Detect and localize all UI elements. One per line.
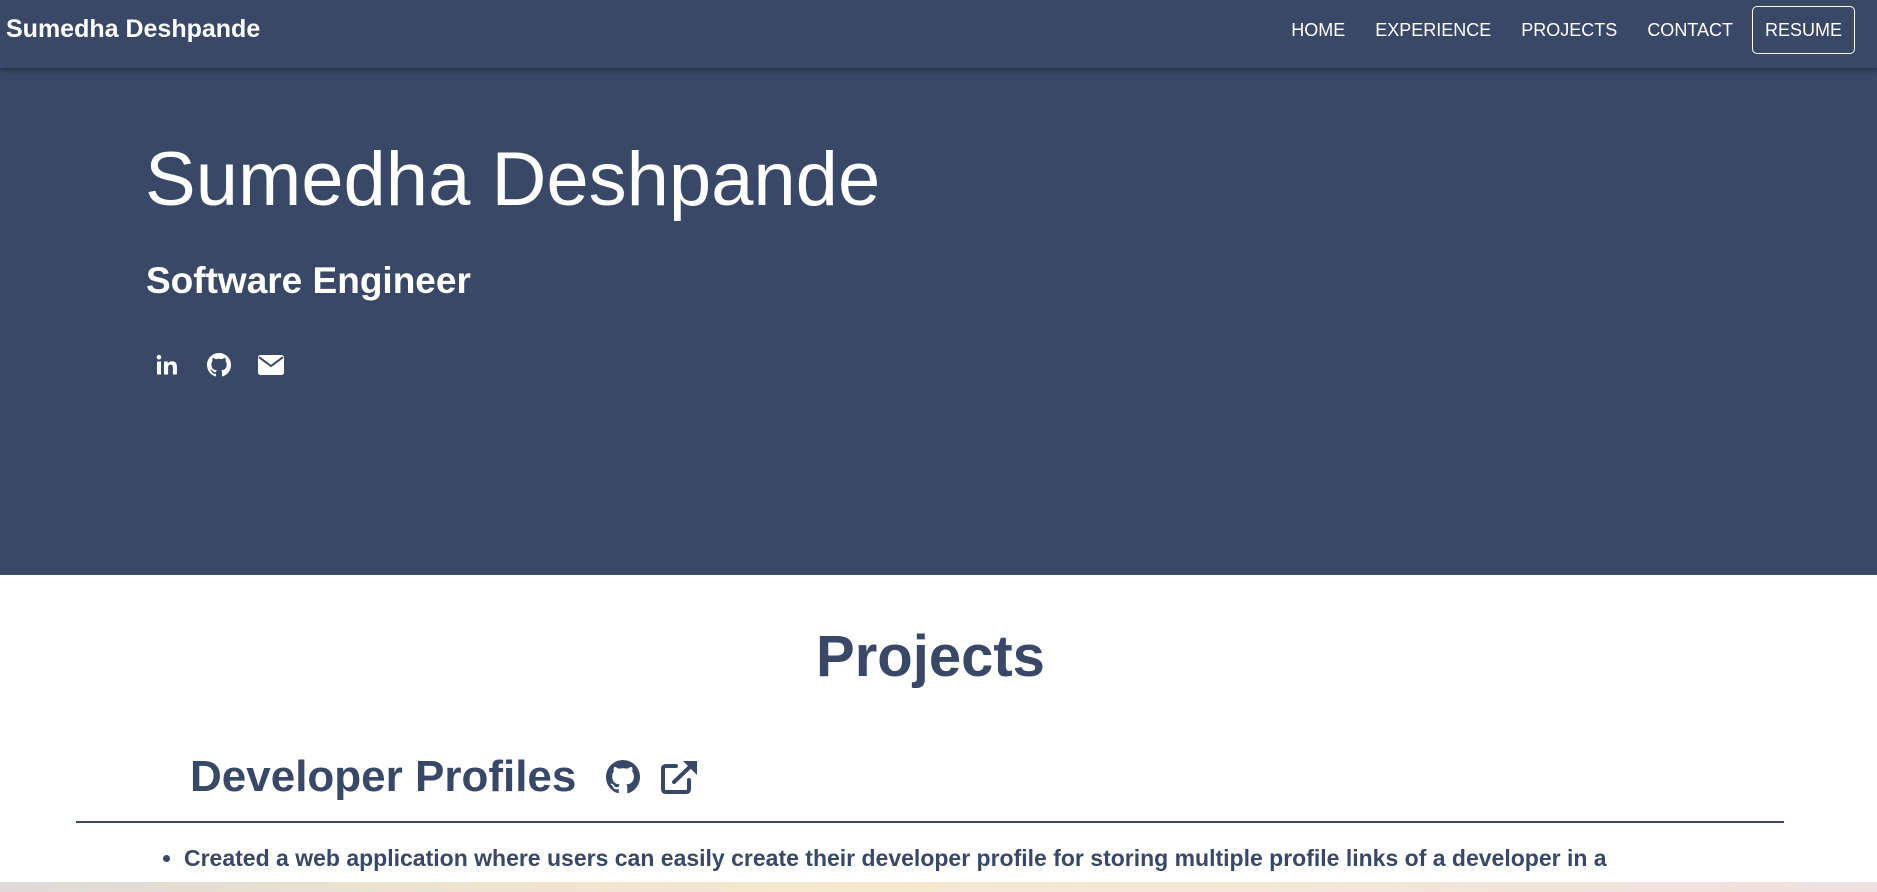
project-header: Developer Profiles <box>190 748 700 806</box>
github-icon <box>606 760 641 794</box>
project-demo-link[interactable] <box>660 759 700 795</box>
project-title: Developer Profiles <box>190 752 577 801</box>
project-divider <box>76 821 1784 823</box>
page-bottom-edge <box>0 882 1877 892</box>
email-link[interactable] <box>258 352 284 378</box>
resume-button[interactable]: RESUME <box>1751 6 1855 54</box>
nav-link-projects[interactable]: PROJECTS <box>1506 20 1632 41</box>
social-links <box>154 352 284 378</box>
list-item: Created a web application where users ca… <box>184 843 1705 873</box>
linkedin-link[interactable] <box>154 352 180 378</box>
external-link-icon <box>661 761 698 794</box>
project-github-link[interactable] <box>606 760 641 794</box>
hero-section: Sumedha Deshpande Software Engineer <box>0 0 1877 575</box>
project-links <box>606 759 700 795</box>
nav-links: HOME EXPERIENCE PROJECTS CONTACT RESUME <box>1276 6 1855 54</box>
nav-link-home[interactable]: HOME <box>1276 20 1360 41</box>
linkedin-icon <box>156 354 177 375</box>
envelope-icon <box>258 355 284 375</box>
github-icon <box>207 353 231 377</box>
github-link[interactable] <box>206 352 232 378</box>
projects-section-title: Projects <box>816 624 1045 689</box>
project-description-list: Created a web application where users ca… <box>145 843 1705 873</box>
brand-link[interactable]: Sumedha Deshpande <box>6 15 260 44</box>
nav-link-contact[interactable]: CONTACT <box>1632 20 1748 41</box>
hero-name: Sumedha Deshpande <box>145 137 881 222</box>
hero-role: Software Engineer <box>146 260 471 301</box>
nav-link-experience[interactable]: EXPERIENCE <box>1360 20 1506 41</box>
navbar: Sumedha Deshpande HOME EXPERIENCE PROJEC… <box>0 0 1877 68</box>
